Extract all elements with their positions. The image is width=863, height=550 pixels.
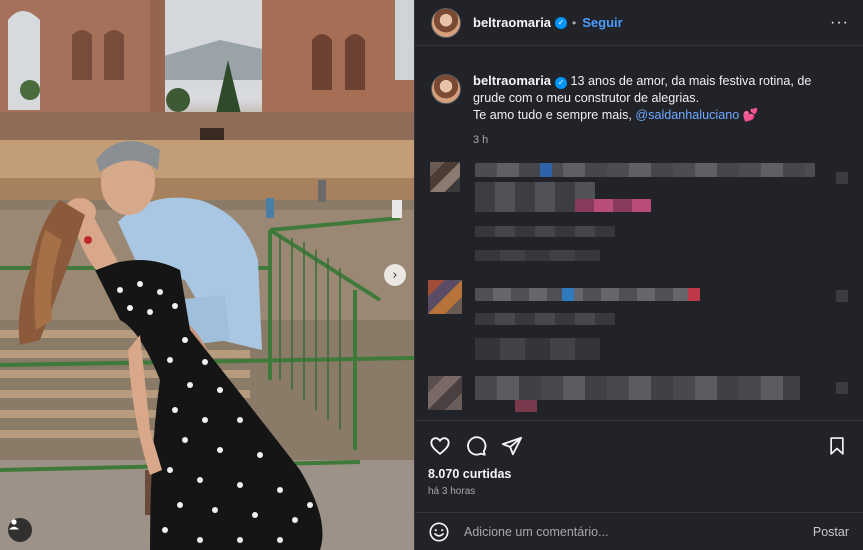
comment-like-pixelated — [836, 290, 848, 302]
comment-meta-pixelated — [475, 226, 615, 237]
action-row — [428, 431, 849, 461]
heart-icon — [430, 437, 450, 455]
more-options-icon[interactable]: ··· — [830, 14, 849, 32]
avatar[interactable] — [431, 7, 461, 38]
carousel-next-button[interactable]: › — [384, 264, 406, 286]
chevron-right-icon: › — [392, 267, 398, 283]
post-username[interactable]: beltraomaria — [473, 15, 551, 30]
caption-username[interactable]: beltraomaria — [473, 73, 551, 88]
post-actions: 8.070 curtidas há 3 horas — [414, 420, 863, 497]
comment-text-pixelated — [540, 163, 552, 177]
comment-text-pixelated — [475, 163, 815, 177]
comment-text-pixelated — [475, 288, 700, 301]
comment-text-pixelated — [475, 376, 800, 400]
comment-text-pixelated — [515, 400, 537, 412]
likes-count[interactable]: 8.070 curtidas — [428, 467, 849, 481]
follow-button[interactable]: Seguir — [582, 15, 622, 30]
comment-input[interactable] — [464, 524, 813, 539]
comment-text-pixelated — [688, 288, 700, 301]
comment-like-pixelated — [836, 172, 848, 184]
comment-meta-pixelated — [475, 250, 600, 261]
hearts-emoji: 💕 — [742, 108, 759, 122]
caption: beltraomaria ✓ 13 anos de amor, da mais f… — [415, 46, 863, 149]
caption-age: 3 h — [473, 134, 489, 146]
caption-body: beltraomaria ✓ 13 anos de amor, da mais f… — [473, 72, 847, 149]
comment-text-pixelated — [562, 288, 574, 301]
share-button[interactable] — [500, 434, 524, 458]
post-comment-button[interactable]: Postar — [813, 525, 849, 539]
caption-avatar[interactable] — [431, 74, 461, 104]
comment-like-pixelated — [836, 382, 848, 394]
save-button[interactable] — [825, 434, 849, 458]
tagged-users-button[interactable] — [8, 518, 32, 542]
comment-meta-pixelated — [475, 313, 615, 325]
bookmark-icon — [830, 437, 844, 455]
comment-bar: Postar — [414, 512, 863, 550]
like-button[interactable] — [428, 434, 452, 458]
comment-avatar-pixelated — [430, 162, 460, 192]
header-separator: • — [572, 15, 577, 30]
comment-icon — [467, 436, 487, 456]
share-icon — [501, 436, 523, 456]
post-photo[interactable]: › — [0, 0, 414, 550]
post-date: há 3 horas — [428, 486, 476, 497]
photo-scene — [0, 0, 414, 550]
comment-avatar-pixelated — [428, 376, 462, 410]
user-tag-icon — [9, 519, 19, 530]
comment-avatar-pixelated — [428, 280, 462, 314]
verified-badge-icon: ✓ — [555, 76, 568, 89]
post-header: beltraomaria ✓ • Seguir ··· — [415, 0, 863, 46]
mention-link[interactable]: @saldanhaluciano — [635, 108, 739, 122]
verified-badge-icon: ✓ — [555, 16, 568, 29]
comment-meta-pixelated — [475, 338, 600, 360]
comment-button[interactable] — [464, 434, 488, 458]
comment-text-pixelated — [575, 199, 651, 212]
emoji-icon[interactable] — [428, 521, 450, 543]
caption-text-line2: Te amo tudo e sempre mais, — [473, 108, 636, 122]
